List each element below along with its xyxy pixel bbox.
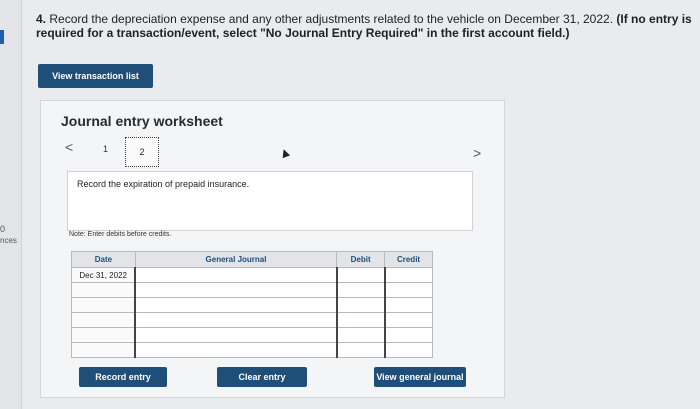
table-row bbox=[71, 282, 433, 298]
account-cell[interactable] bbox=[134, 312, 338, 328]
page-tab-2-label: 2 bbox=[139, 147, 145, 157]
sidebar-label: nces bbox=[0, 236, 17, 245]
date-cell[interactable] bbox=[71, 327, 136, 343]
view-general-journal-button[interactable]: View general journal bbox=[374, 367, 466, 387]
worksheet-title: Journal entry worksheet bbox=[61, 113, 223, 129]
question-body: Record the depreciation expense and any … bbox=[46, 12, 617, 26]
left-sidebar: 0 nces bbox=[0, 0, 22, 409]
credit-cell[interactable] bbox=[383, 312, 433, 328]
chevron-right-icon[interactable]: > bbox=[473, 145, 481, 161]
question-number: 4. bbox=[36, 12, 47, 26]
account-cell[interactable] bbox=[134, 282, 338, 298]
table-row bbox=[71, 342, 433, 358]
journal-entry-worksheet: Journal entry worksheet < 1 2 > Record t… bbox=[40, 100, 505, 398]
date-cell[interactable] bbox=[71, 312, 136, 328]
debit-cell[interactable] bbox=[335, 342, 386, 358]
sidebar-number: 0 bbox=[0, 224, 6, 234]
entry-description-box: Record the expiration of prepaid insuran… bbox=[67, 171, 473, 231]
credit-cell[interactable] bbox=[383, 342, 433, 358]
table-row bbox=[71, 297, 433, 313]
table-row bbox=[71, 312, 433, 328]
account-cell[interactable] bbox=[134, 342, 338, 358]
header-date: Date bbox=[71, 251, 136, 268]
account-cell[interactable] bbox=[134, 327, 338, 343]
date-cell[interactable] bbox=[71, 297, 136, 313]
credit-cell[interactable] bbox=[383, 267, 433, 283]
clear-entry-button[interactable]: Clear entry bbox=[217, 367, 307, 387]
credit-cell[interactable] bbox=[383, 327, 433, 343]
record-entry-button[interactable]: Record entry bbox=[79, 367, 167, 387]
question-text: 4. Record the depreciation expense and a… bbox=[36, 12, 696, 40]
journal-table: Date General Journal Debit Credit Dec 31… bbox=[71, 251, 433, 358]
mouse-cursor-icon bbox=[279, 147, 291, 159]
chevron-left-icon[interactable]: < bbox=[65, 139, 73, 155]
debit-cell[interactable] bbox=[335, 282, 386, 298]
page-tab-2[interactable]: 2 bbox=[125, 137, 159, 167]
debit-cell[interactable] bbox=[335, 297, 386, 313]
date-cell[interactable] bbox=[71, 342, 136, 358]
account-cell[interactable] bbox=[134, 267, 338, 283]
debit-cell[interactable] bbox=[335, 312, 386, 328]
table-row bbox=[71, 327, 433, 343]
entry-description: Record the expiration of prepaid insuran… bbox=[77, 179, 250, 189]
header-debit: Debit bbox=[336, 251, 386, 268]
account-cell[interactable] bbox=[134, 297, 338, 313]
debit-cell[interactable] bbox=[335, 267, 386, 283]
view-transaction-list-button[interactable]: View transaction list bbox=[38, 64, 153, 88]
entry-note: Note: Enter debits before credits. bbox=[69, 231, 172, 238]
table-row: Dec 31, 2022 bbox=[71, 267, 433, 283]
header-general-journal: General Journal bbox=[134, 251, 338, 268]
debit-cell[interactable] bbox=[335, 327, 386, 343]
page-tab-1[interactable]: 1 bbox=[103, 144, 108, 154]
credit-cell[interactable] bbox=[383, 297, 433, 313]
credit-cell[interactable] bbox=[383, 282, 433, 298]
sidebar-active-marker bbox=[0, 30, 4, 44]
date-cell[interactable] bbox=[71, 282, 136, 298]
header-credit: Credit bbox=[384, 251, 433, 268]
date-cell[interactable]: Dec 31, 2022 bbox=[71, 267, 136, 283]
